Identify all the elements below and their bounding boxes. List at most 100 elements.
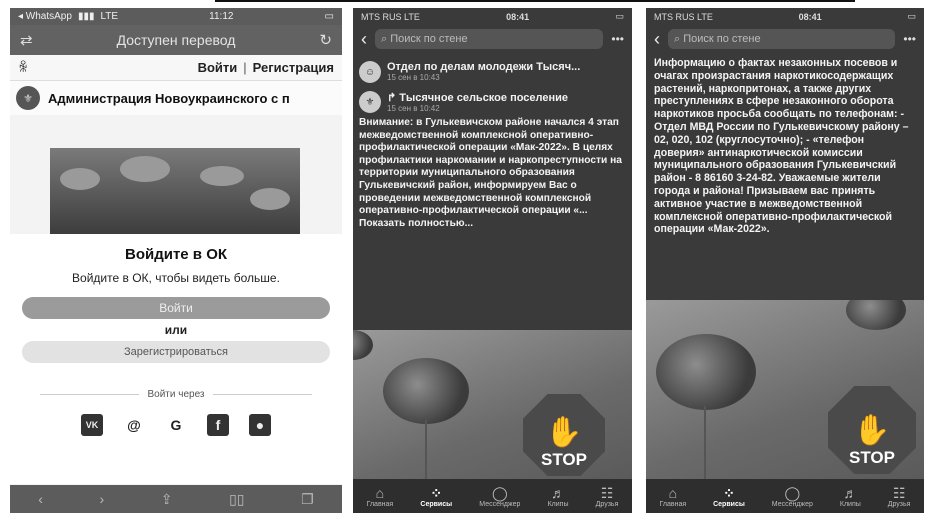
post-date: 15 сен в 10:42 (387, 104, 440, 113)
hand-icon: ✋ (545, 416, 583, 449)
more-icon[interactable]: ••• (903, 32, 916, 46)
friends-icon: ☷ (600, 484, 614, 501)
safari-bottom-bar: ‹ › ⇪ ▯▯ ❐ (10, 485, 342, 513)
source-author[interactable]: ⚜ ↱ Тысячное сельское поселение 15 сен в… (353, 83, 632, 113)
mail-icon[interactable]: @ (123, 414, 145, 436)
reload-icon[interactable]: ↻ (319, 31, 332, 49)
facebook-icon[interactable]: f (207, 414, 229, 436)
forward-icon[interactable]: › (100, 491, 105, 507)
bottom-nav: ⌂ Главная ⁘ Сервисы ◯ Мессенджер ♬ Клипы ☷ Др… (353, 479, 632, 513)
group-cover-photo (50, 148, 300, 238)
messenger-icon: ◯ (492, 484, 508, 501)
battery-icon: ▭ (615, 11, 624, 21)
nav-label: Друзья (595, 500, 619, 508)
repost-author[interactable]: ☺ Отдел по делам молодежи Тысяч... 15 се… (353, 53, 632, 83)
carrier: ◂ WhatsApp (18, 11, 72, 22)
tabs-icon[interactable]: ❐ (301, 491, 314, 508)
nav-label: Друзья (887, 500, 911, 508)
clips-icon: ♬ (843, 484, 858, 501)
post-text: Внимание: в Гулькевичском районе начался… (359, 117, 622, 229)
back-icon[interactable]: ‹ (654, 29, 660, 50)
nav-services[interactable]: ⁘ Сервисы (713, 485, 745, 508)
dialog-subtitle: Войдите в ОК, чтобы видеть больше. (72, 271, 280, 285)
carrier: MTS RUS (654, 11, 695, 22)
nav-friends[interactable]: ☷ Друзья (596, 485, 619, 508)
group-avatar: ⚜ (16, 86, 40, 110)
search-bar: ‹ ⌕ Поиск по стене ••• (353, 25, 632, 53)
stop-sign: ✋ STOP (828, 386, 916, 474)
author-avatar: ☺ (359, 61, 381, 83)
stop-label: STOP (849, 448, 895, 467)
search-icon: ⌕ (674, 32, 684, 45)
nav-home[interactable]: ⌂ Главная (367, 485, 394, 508)
poppy-flower (846, 300, 906, 330)
auth-bar: ꆜ Войти | Регистрация (10, 55, 342, 81)
group-name: Администрация Новоукраинского с п (48, 90, 290, 106)
signal-icon: ▮▮▮ (77, 11, 95, 22)
status-bar: MTS RUS LTE 08:41 ▭ (646, 8, 924, 25)
search-bar: ‹ ⌕ Поиск по стене ••• (646, 25, 924, 53)
source-name: Тысячное сельское поселение (399, 92, 569, 104)
bookmarks-icon[interactable]: ▯▯ (229, 491, 244, 508)
translate-banner[interactable]: Доступен перевод (33, 32, 320, 48)
post-date: 15 сен в 10:43 (387, 73, 440, 82)
back-icon[interactable]: ‹ (361, 29, 367, 50)
search-placeholder: Поиск по стене (390, 33, 468, 45)
network: LTE (404, 11, 420, 22)
login-via-label: Войти через (147, 389, 205, 400)
friends-icon: ☷ (892, 484, 906, 501)
ok-logo-icon[interactable]: ꆜ (18, 59, 28, 76)
login-button[interactable]: Войти (22, 297, 330, 319)
status-bar: ◂ WhatsApp ▮▮▮ LTE 11:12 ▭ (10, 8, 342, 25)
phone-ok-login: ◂ WhatsApp ▮▮▮ LTE 11:12 ▭ ⇄ Доступен пе… (10, 8, 342, 513)
nav-label: Клипы (547, 500, 569, 508)
post-image[interactable]: ✋ STOP (353, 330, 632, 480)
nav-friends[interactable]: ☷ Друзья (888, 485, 911, 508)
messenger-icon: ◯ (784, 484, 801, 501)
author-name: ↱ Тысячное сельское поселение (387, 92, 569, 104)
services-icon: ⁘ (430, 484, 443, 501)
browser-toolbar: ⇄ Доступен перевод ↻ (10, 25, 342, 55)
more-icon[interactable]: ••• (611, 32, 624, 46)
nav-clips[interactable]: ♬ Клипы (548, 485, 569, 508)
vk-icon[interactable]: VK (81, 414, 103, 436)
wall-search-input[interactable]: ⌕ Поиск по стене (668, 29, 896, 49)
nav-messenger[interactable]: ◯ Мессенджер (772, 485, 813, 508)
search-placeholder: Поиск по стене (683, 33, 761, 45)
network: LTE (697, 11, 713, 22)
bottom-nav: ⌂ Главная ⁘ Сервисы ◯ Мессенджер ♬ Клипы ☷ Др… (646, 479, 924, 513)
google-icon[interactable]: G (165, 414, 187, 436)
battery-icon: ▭ (907, 11, 916, 21)
post-image[interactable]: ✋ STOP (646, 300, 924, 480)
stop-label: STOP (541, 450, 587, 469)
share-icon[interactable]: ⇪ (161, 491, 173, 508)
nav-clips[interactable]: ♬ Клипы (840, 485, 861, 508)
network: LTE (100, 11, 119, 22)
nav-messenger[interactable]: ◯ Мессенджер (479, 485, 520, 508)
post-text: Информацию о фактах незаконных посевов и… (654, 57, 909, 236)
home-icon: ⌂ (668, 484, 678, 501)
screenshot-collage: ◂ WhatsApp ▮▮▮ LTE 11:12 ▭ ⇄ Доступен пе… (0, 0, 930, 517)
poppy-flower (383, 358, 469, 424)
register-button[interactable]: Зарегистрироваться (22, 341, 330, 363)
apple-icon[interactable]: ● (249, 414, 271, 436)
author-name: Отдел по делам молодежи Тысяч... (387, 61, 581, 73)
poppy-flower (656, 334, 756, 410)
home-icon: ⌂ (375, 484, 385, 501)
wall-search-input[interactable]: ⌕ Поиск по стене (375, 29, 604, 49)
nav-services[interactable]: ⁘ Сервисы (420, 485, 452, 508)
nav-label: Мессенджер (479, 500, 521, 508)
nav-label: Главная (659, 500, 687, 508)
back-icon[interactable]: ‹ (38, 491, 43, 507)
login-link[interactable]: Войти (198, 60, 238, 75)
login-dialog: Войдите в ОК Войдите в ОК, чтобы видеть … (10, 234, 342, 484)
dialog-title: Войдите в ОК (124, 246, 228, 263)
services-icon: ⁘ (723, 484, 735, 501)
translate-icon[interactable]: ⇄ (20, 31, 33, 49)
stop-sign: ✋ STOP (523, 394, 605, 476)
phone-vk-post: MTS RUS LTE 08:41 ▭ ‹ ⌕ Поиск по стене •… (353, 8, 632, 513)
top-rule (215, 0, 855, 2)
register-link[interactable]: Регистрация (253, 60, 334, 75)
group-header[interactable]: ⚜ Администрация Новоукраинского с п (10, 81, 342, 115)
nav-home[interactable]: ⌂ Главная (659, 485, 686, 508)
